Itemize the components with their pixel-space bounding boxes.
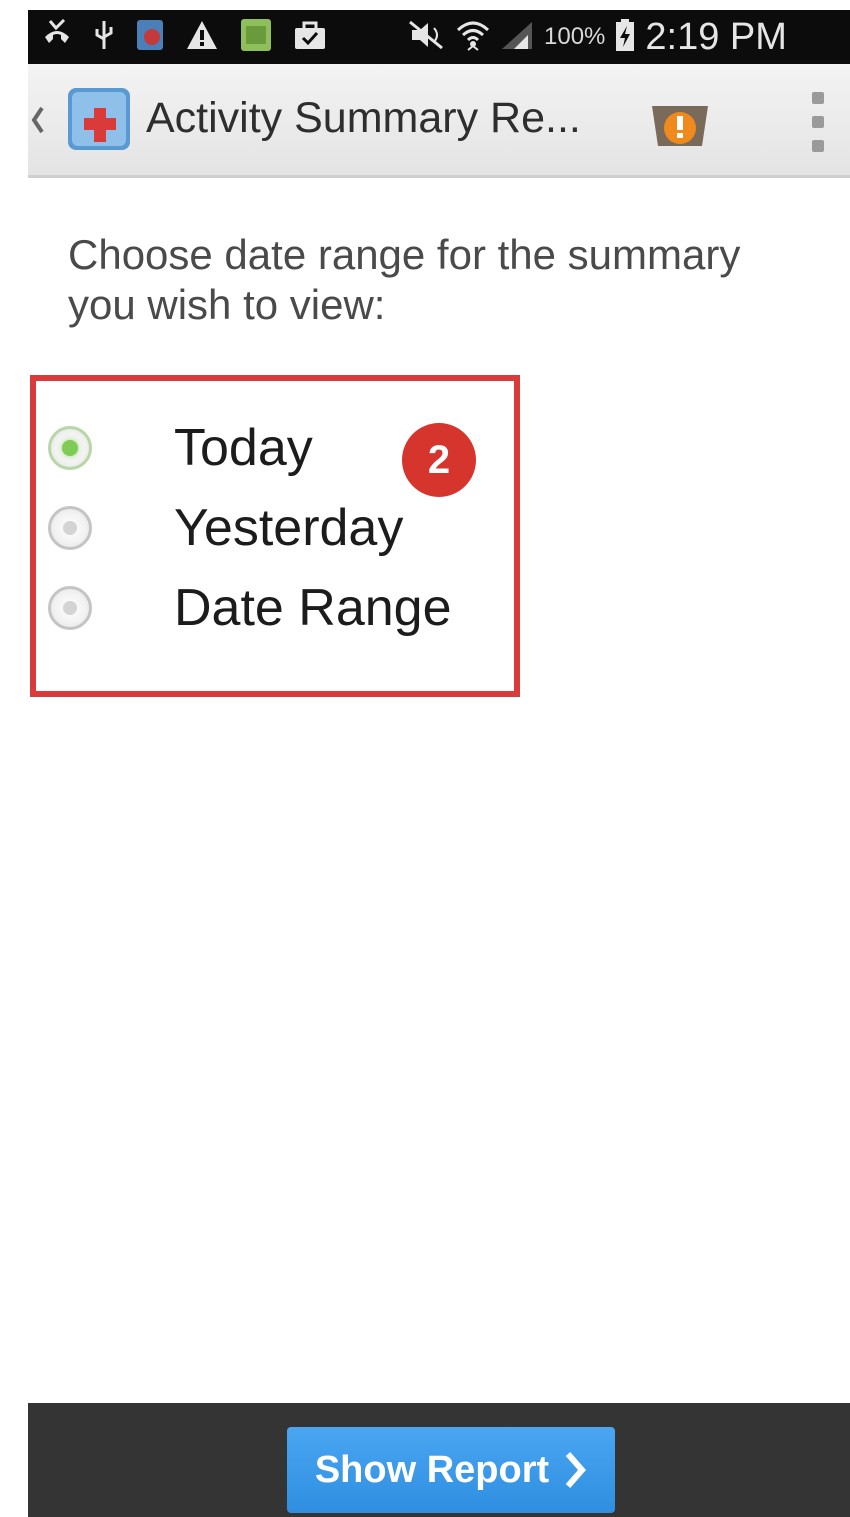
- overflow-menu-icon[interactable]: [798, 88, 838, 158]
- radio-dot: [62, 440, 78, 456]
- date-range-prompt: Choose date range for the summary you wi…: [68, 231, 741, 328]
- status-time: 2:19 PM: [645, 15, 787, 58]
- page-title: Activity Summary Re...: [146, 94, 581, 142]
- usb-icon: [94, 19, 114, 56]
- show-report-button[interactable]: Show Report: [287, 1427, 615, 1513]
- radio-dot: [63, 521, 77, 535]
- status-system: 100% 2:19 PM: [408, 10, 787, 64]
- action-bar: Activity Summary Re...: [28, 64, 850, 178]
- back-chevron-icon[interactable]: [28, 98, 50, 142]
- alert-icon[interactable]: [648, 100, 712, 152]
- bottom-bar: Show Report: [28, 1403, 850, 1517]
- wifi-icon: [456, 18, 490, 57]
- option-label[interactable]: Yesterday: [174, 498, 403, 558]
- bag-icon: [294, 20, 326, 55]
- option-label[interactable]: Today: [174, 418, 313, 478]
- show-report-label: Show Report: [314, 1448, 550, 1491]
- step-badge: 2: [402, 423, 476, 497]
- screen-margin: [0, 0, 28, 1517]
- radio-date-range[interactable]: [48, 586, 92, 630]
- radio-dot: [63, 601, 77, 615]
- option-date-range[interactable]: Date Range: [48, 578, 452, 638]
- warning-icon: [186, 20, 218, 55]
- status-bar: 100% 2:19 PM: [28, 10, 850, 64]
- option-label[interactable]: Date Range: [174, 578, 452, 638]
- image-icon: [240, 18, 272, 57]
- battery-charging-icon: [615, 18, 635, 57]
- status-notifications: [42, 10, 326, 64]
- mute-icon: [408, 20, 446, 55]
- chevron-right-icon: [563, 1450, 587, 1490]
- option-yesterday[interactable]: Yesterday: [48, 498, 403, 558]
- signal-icon: [500, 20, 534, 55]
- missed-call-icon: [42, 18, 72, 56]
- battery-percent: 100%: [544, 23, 606, 50]
- app-icon[interactable]: [66, 86, 132, 152]
- option-today[interactable]: Today: [48, 418, 313, 478]
- radio-yesterday[interactable]: [48, 506, 92, 550]
- app-notification-icon: [136, 19, 164, 56]
- radio-today[interactable]: [48, 426, 92, 470]
